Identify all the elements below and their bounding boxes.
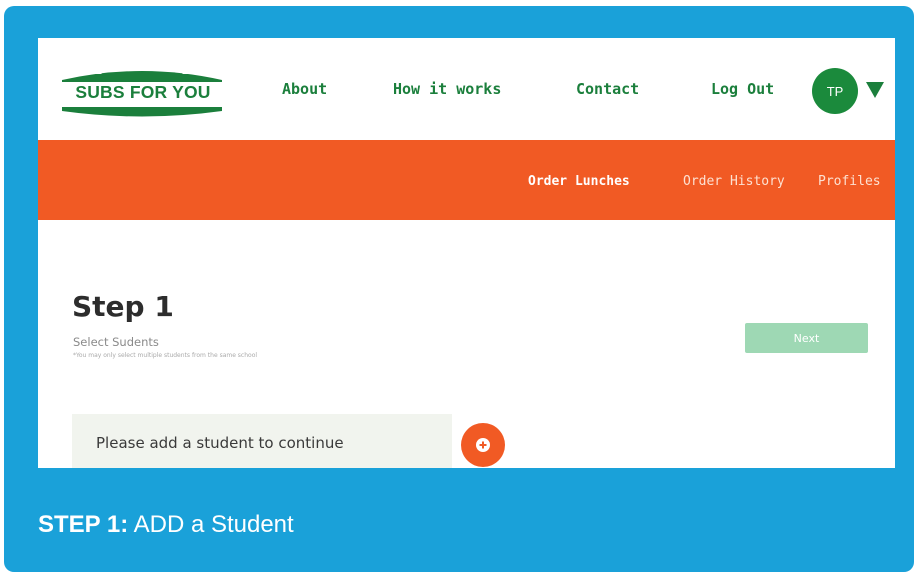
nav-how-it-works-link[interactable]: How it works [393,80,501,98]
step-subtitle: Select Sudents [73,335,159,349]
caption-description: ADD a Student [133,511,294,538]
next-button[interactable]: Next [745,323,868,353]
top-navigation: SUBS FOR YOU About How it works Contact … [38,38,895,140]
app-screenshot: SUBS FOR YOU About How it works Contact … [38,38,895,468]
empty-student-message: Please add a student to continue [96,434,344,452]
caret-down-icon[interactable] [866,82,884,98]
nav-log-out-link[interactable]: Log Out [711,80,774,98]
nav-about-link[interactable]: About [282,80,327,98]
nav-contact-link[interactable]: Contact [576,80,639,98]
tab-order-lunches[interactable]: Order Lunches [528,174,630,189]
page: SUBS FOR YOU About How it works Contact … [0,0,917,573]
plus-circle-icon [476,438,490,452]
step-title: Step 1 [72,290,174,323]
add-student-button[interactable] [461,423,505,467]
step-note: *You may only select multiple students f… [73,352,258,359]
brand-logo[interactable]: SUBS FOR YOU [56,66,228,120]
caption-step-label: STEP 1: [38,511,129,538]
tab-order-history[interactable]: Order History [683,174,785,189]
tab-profiles[interactable]: Profiles [818,174,881,189]
logo-text: SUBS FOR YOU [75,82,211,102]
student-placeholder-box: Please add a student to continue [72,414,452,468]
caption-text: STEP 1: ADD a Student [38,511,294,539]
sub-navigation: Order Lunches Order History Profiles [38,140,895,220]
user-avatar[interactable]: TP [812,68,858,114]
